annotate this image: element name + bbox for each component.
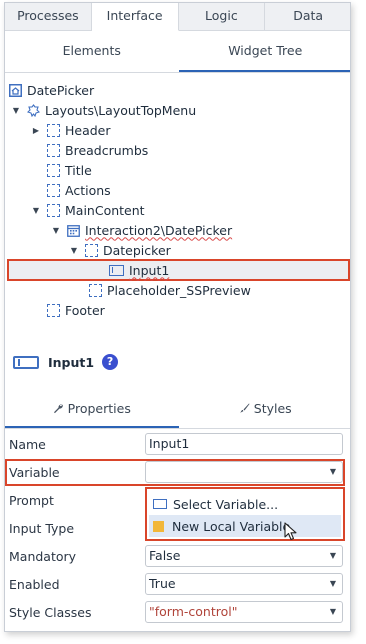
tab-interface[interactable]: Interface xyxy=(91,3,179,31)
property-tabs: Properties Styles xyxy=(5,393,351,429)
placeholder-icon xyxy=(47,303,60,317)
prompt-label: Prompt xyxy=(9,493,54,508)
option-label: Select Variable... xyxy=(173,496,279,512)
element-title: Input1 xyxy=(48,354,95,370)
tab-styles[interactable]: Styles xyxy=(179,393,351,428)
tab-label: Styles xyxy=(253,401,292,416)
layout-icon xyxy=(27,103,40,117)
input-widget-icon xyxy=(13,355,39,369)
tab-widget-tree[interactable]: Widget Tree xyxy=(178,31,350,72)
tree-item-title[interactable]: Title xyxy=(47,160,92,180)
new-local-variable-option[interactable]: New Local Variable xyxy=(149,515,341,537)
placeholder-icon xyxy=(47,163,60,177)
enabled-select[interactable]: True ▼ xyxy=(145,573,343,595)
tab-label: Properties xyxy=(67,401,131,416)
variable-dropdown: Select Variable... New Local Variable xyxy=(145,487,345,541)
mouse-cursor-icon xyxy=(284,522,298,542)
tree-item-label: Placeholder_SSPreview xyxy=(107,282,251,298)
chevron-down-icon: ▼ xyxy=(329,607,336,616)
placeholder-icon xyxy=(47,203,60,217)
selected-row-highlight xyxy=(7,259,350,281)
tab-processes[interactable]: Processes xyxy=(5,3,92,31)
tree-item-label: Footer xyxy=(65,302,105,318)
element-header: Input1 ? xyxy=(5,347,350,377)
tree-item-footer[interactable]: Footer xyxy=(47,300,105,320)
style-classes-field[interactable]: "form-control" ▼ xyxy=(145,601,343,623)
tree-item-label: Input1 xyxy=(129,262,170,278)
top-tabs: Processes Interface Logic Data xyxy=(5,3,350,31)
chevron-down-icon[interactable]: ▼ xyxy=(51,225,61,235)
tab-elements[interactable]: Elements xyxy=(5,31,179,72)
name-field[interactable]: Input1 xyxy=(145,433,343,455)
tab-properties[interactable]: Properties xyxy=(5,393,179,428)
tree-item-label: Title xyxy=(65,162,92,178)
tree-item-label: DatePicker xyxy=(27,82,95,98)
tree-item-maincontent[interactable]: ▼ MainContent xyxy=(31,200,145,220)
help-icon[interactable]: ? xyxy=(102,354,119,370)
input-widget-icon xyxy=(109,264,124,276)
tree-item-label: MainContent xyxy=(65,202,145,218)
tree-item-header[interactable]: ▶ Header xyxy=(31,120,111,140)
variable-icon xyxy=(153,499,167,509)
placeholder-icon xyxy=(47,183,60,197)
variable-select[interactable]: ▼ xyxy=(145,461,343,483)
mandatory-label: Mandatory xyxy=(9,549,77,564)
tree-item-label: Breadcrumbs xyxy=(65,142,149,158)
tree-item-interaction[interactable]: ▼ Interaction2\DatePicker xyxy=(51,220,232,240)
mandatory-select[interactable]: False ▼ xyxy=(145,545,343,567)
calendar-icon xyxy=(67,224,80,237)
variable-label: Variable xyxy=(9,465,60,480)
tree-item-label: Interaction2\DatePicker xyxy=(85,222,233,238)
input-type-label: Input Type xyxy=(9,521,75,536)
chevron-down-icon: ▼ xyxy=(329,467,336,476)
local-variable-icon xyxy=(153,520,164,532)
tree-item-label: Layouts\LayoutTopMenu xyxy=(45,102,197,118)
chevron-down-icon[interactable]: ▼ xyxy=(69,245,79,255)
enabled-value: True xyxy=(149,576,176,591)
name-label: Name xyxy=(9,437,46,452)
tree-item-actions[interactable]: Actions xyxy=(47,180,111,200)
chevron-down-icon: ▼ xyxy=(329,579,336,588)
mandatory-value: False xyxy=(149,548,181,563)
placeholder-icon xyxy=(47,123,60,137)
brush-icon xyxy=(239,401,254,416)
enabled-label: Enabled xyxy=(9,577,60,592)
chevron-down-icon[interactable]: ▼ xyxy=(31,205,41,215)
chevron-down-icon: ▼ xyxy=(329,551,336,560)
chevron-down-icon[interactable]: ▼ xyxy=(11,105,21,115)
style-classes-label: Style Classes xyxy=(9,605,92,620)
chevron-right-icon[interactable]: ▶ xyxy=(31,125,41,135)
select-variable-option[interactable]: Select Variable... xyxy=(149,493,341,515)
tree-item-layout[interactable]: ▼ Layouts\LayoutTopMenu xyxy=(11,100,196,120)
tab-logic[interactable]: Logic xyxy=(178,3,266,31)
properties-panel: Processes Interface Logic Data Elements … xyxy=(4,2,351,632)
tree-item-input1[interactable]: Input1 xyxy=(109,260,169,280)
tree-item-label: Header xyxy=(65,122,111,138)
tree-item-datepicker[interactable]: ▼ Datepicker xyxy=(69,240,171,260)
option-label: New Local Variable xyxy=(172,518,291,534)
placeholder-icon xyxy=(47,143,60,157)
placeholder-icon xyxy=(85,243,98,257)
wrench-icon xyxy=(53,401,68,416)
tree-item-label: Actions xyxy=(65,182,111,198)
style-classes-value: "form-control" xyxy=(149,604,238,619)
sub-tabs: Elements Widget Tree xyxy=(5,31,350,73)
tree-item-label: Datepicker xyxy=(103,242,171,258)
tree-item-placeholder[interactable]: Placeholder_SSPreview xyxy=(89,280,251,300)
tab-data[interactable]: Data xyxy=(265,3,350,31)
placeholder-icon xyxy=(89,283,102,297)
tree-item-breadcrumbs[interactable]: Breadcrumbs xyxy=(47,140,148,160)
tree-item-datepicker-root[interactable]: DatePicker xyxy=(9,80,94,100)
screen-icon xyxy=(9,83,22,97)
